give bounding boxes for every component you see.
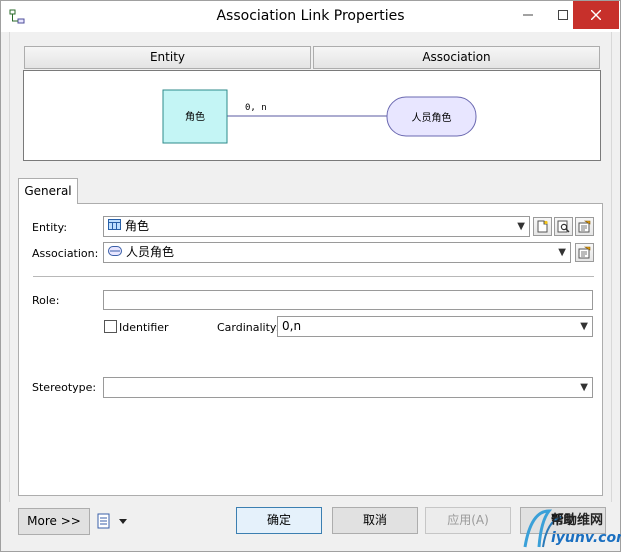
chevron-down-icon: ▼ [580,382,588,393]
role-input[interactable] [103,290,593,310]
association-combo-value: 人员角色 [126,245,175,259]
association-symbol-name: 人员角色 [411,113,452,124]
close-button[interactable] [573,1,619,29]
identifier-checkbox[interactable] [104,320,117,333]
chevron-down-icon: ▼ [558,247,566,258]
entity-combo-value: 角色 [125,219,150,233]
title-bar: Association Link Properties [1,1,620,32]
create-entity-button[interactable] [533,217,552,236]
minimize-button[interactable] [511,1,545,29]
association-header-button[interactable]: Association [313,46,600,69]
apply-button[interactable]: 应用(A) [425,507,511,534]
cardinality-field-label: Cardinality: [217,321,280,334]
new-icon [537,220,548,233]
tab-general[interactable]: General [18,178,78,204]
watermark-line1: 帮助维网 [551,513,604,528]
print-icon [97,513,127,529]
entity-header-button[interactable]: Entity [24,46,311,69]
link-cardinality-label: 0, n [245,103,267,113]
properties-icon [578,220,591,233]
ok-button[interactable]: 确定 [236,507,322,534]
cardinality-combo[interactable]: 0,n ▼ [277,316,593,337]
find-entity-button[interactable] [554,217,573,236]
print-button[interactable] [97,512,133,530]
identifier-label: Identifier [119,321,169,334]
role-field-label: Role: [32,294,60,307]
association-combo[interactable]: 人员角色 ▼ [103,242,571,263]
entity-combo[interactable]: 角色 ▼ [103,216,530,237]
find-icon [557,220,570,233]
chevron-down-icon: ▼ [580,321,588,332]
close-icon [591,10,601,20]
link-diagram: 角色 0, n 人员角色 [23,70,601,161]
properties-icon [578,246,591,259]
entity-field-label: Entity: [32,221,68,234]
cancel-button[interactable]: 取消 [332,507,418,534]
entity-properties-button[interactable] [575,217,594,236]
association-icon [108,243,122,262]
stereotype-field-label: Stereotype: [32,381,97,394]
chevron-down-icon: ▼ [517,221,525,232]
association-field-label: Association: [32,247,99,260]
more-button[interactable]: More >> [18,508,90,535]
entity-icon [108,217,121,236]
section-divider [33,276,594,277]
stereotype-combo[interactable]: ▼ [103,377,593,398]
entity-symbol-name: 角色 [185,112,205,123]
association-properties-button[interactable] [575,243,594,262]
dialog-window: Association Link Properties Entity Assoc… [0,0,621,552]
site-watermark: 帮助维网 iyunv.com [521,503,621,552]
watermark-line2: iyunv.com [551,530,621,546]
cardinality-combo-value: 0,n [282,319,302,333]
